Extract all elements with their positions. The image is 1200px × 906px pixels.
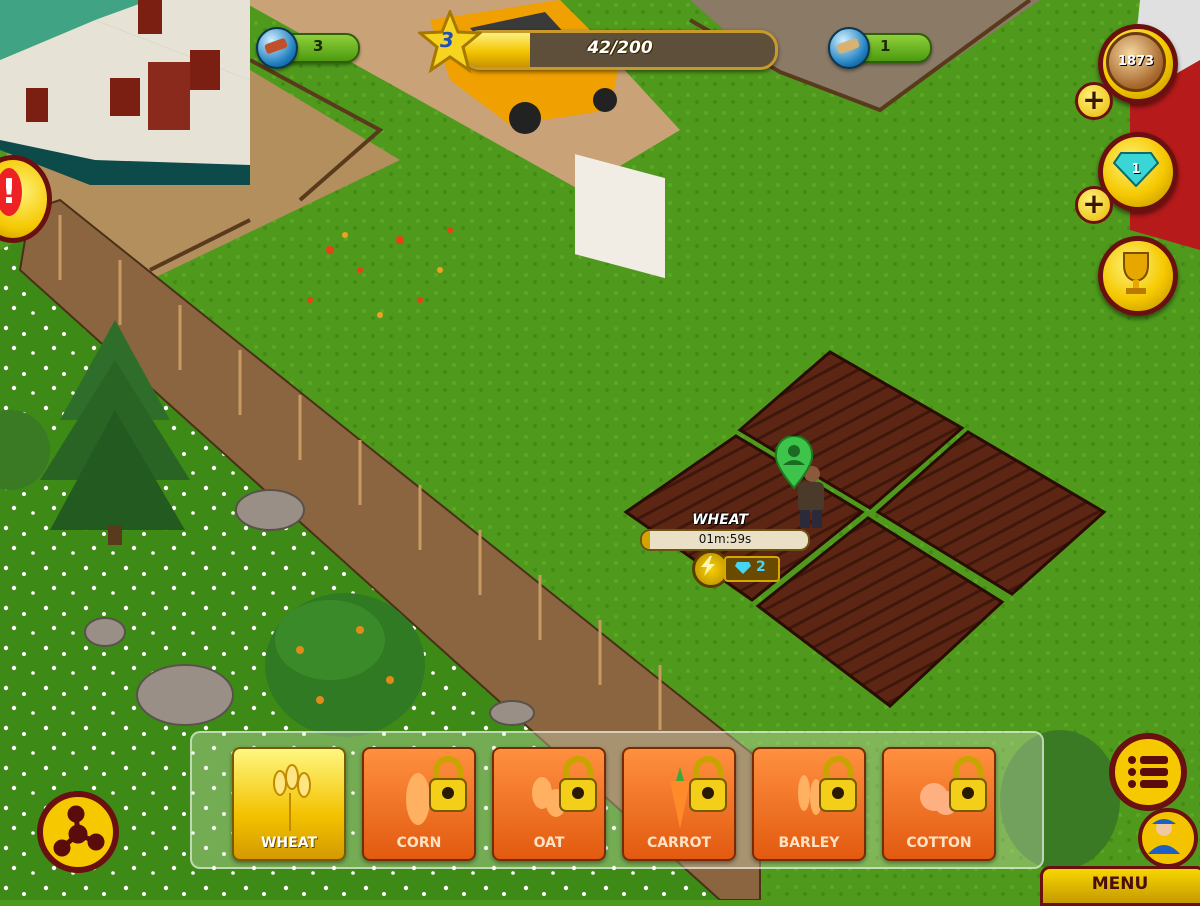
growth-timer-bar: 01m:59s <box>640 529 810 551</box>
crop-card-cotton[interactable]: COTTON <box>882 747 996 861</box>
crop-card-oat[interactable]: OAT <box>492 747 606 861</box>
worker-pin-icon[interactable] <box>772 436 816 490</box>
lightning-icon <box>701 556 715 576</box>
berry-bush <box>265 593 425 737</box>
bricks-count: 3 <box>313 37 324 55</box>
crop-card-carrot[interactable]: CARROT <box>622 747 736 861</box>
level-number: 3 <box>440 28 454 52</box>
xp-text: 42/200 <box>587 38 653 58</box>
padlock-icon <box>949 756 987 812</box>
gem-cost-badge[interactable]: 2 <box>724 556 780 582</box>
crop-label: BARLEY <box>778 835 840 851</box>
farmhouse[interactable] <box>0 0 250 185</box>
bricks-icon <box>256 27 298 69</box>
crop-label: COTTON <box>906 835 972 851</box>
crop-label: OAT <box>533 835 565 851</box>
crop-card-wheat[interactable]: WHEAT <box>232 747 346 861</box>
padlock-icon <box>429 756 467 812</box>
gems-count: 1 <box>1131 162 1141 177</box>
wheat-icon <box>273 764 311 831</box>
menu-label[interactable]: MENU <box>1040 874 1200 894</box>
trophy-icon <box>1123 252 1149 294</box>
avatar-icon <box>1148 819 1180 854</box>
diamond-icon <box>735 562 751 574</box>
padlock-icon <box>689 756 727 812</box>
xp-progress-bar: 42/200 <box>462 30 778 70</box>
add-coins-button[interactable]: + <box>1075 82 1113 120</box>
coins-count: 1873 <box>1117 54 1155 69</box>
crop-card-barley[interactable]: BARLEY <box>752 747 866 861</box>
gem-cost-value: 2 <box>756 559 766 575</box>
crop-name-label: WHEAT <box>692 512 748 528</box>
crop-label: CARROT <box>646 835 712 851</box>
padlock-icon <box>819 756 857 812</box>
crop-label: WHEAT <box>260 835 318 851</box>
menu-button[interactable] <box>1108 732 1188 812</box>
planks-count: 1 <box>880 37 891 55</box>
planks-icon <box>828 27 870 69</box>
achievements-button[interactable] <box>1098 236 1178 316</box>
share-button[interactable] <box>36 790 120 874</box>
crop-card-corn[interactable]: CORN <box>362 747 476 861</box>
list-icon <box>1128 756 1168 788</box>
profile-button[interactable] <box>1138 808 1198 868</box>
padlock-icon <box>559 756 597 812</box>
add-gems-button[interactable]: + <box>1075 186 1113 224</box>
timer-text: 01m:59s <box>698 532 752 546</box>
crop-label: CORN <box>396 835 442 851</box>
